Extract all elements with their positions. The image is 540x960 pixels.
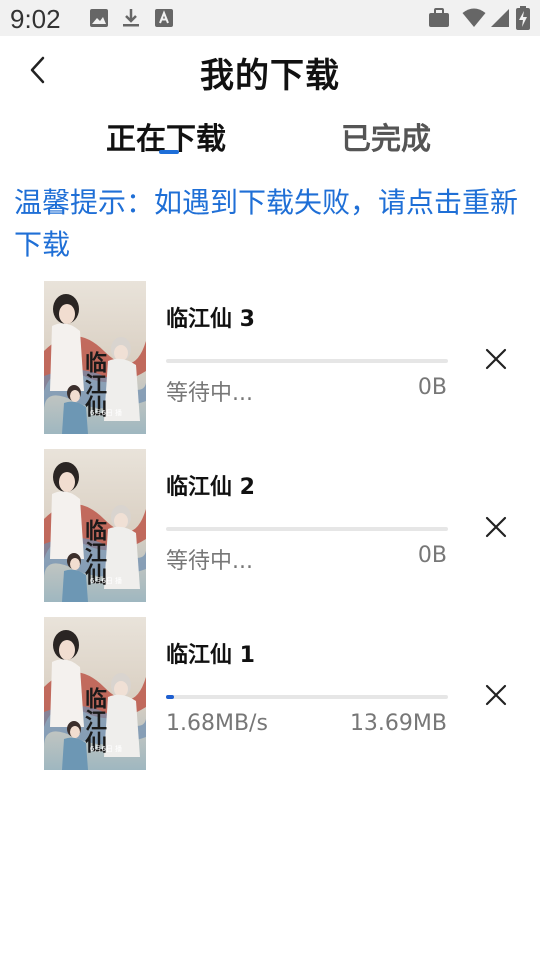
poster-date-text: 6月6日 播 (90, 744, 122, 753)
download-item[interactable]: 临江仙 6月6日 播 临江仙 2 等待中... 0B (0, 449, 540, 602)
download-title: 临江仙 1 (166, 643, 255, 668)
close-icon (485, 516, 507, 538)
status-time: 9:02 (10, 4, 61, 34)
image-icon (90, 9, 108, 27)
battery-charging-icon (516, 6, 530, 30)
app-header: 我的下载 (0, 36, 540, 106)
close-icon (485, 684, 507, 706)
poster-thumbnail[interactable]: 临江仙 6月6日 播 (44, 449, 146, 602)
poster-title-text: 临江仙 (81, 686, 107, 753)
download-tip: 温馨提示：如遇到下载失败，请点击重新下载 (14, 186, 519, 261)
download-title: 临江仙 3 (166, 307, 255, 332)
progress-fill (166, 695, 175, 699)
status-bar: 9:02 (0, 0, 540, 36)
active-tab-indicator (159, 150, 179, 154)
download-status: 等待中... (166, 549, 253, 574)
font-a-icon (155, 9, 173, 27)
download-title: 临江仙 2 (166, 475, 255, 500)
poster-title-text: 临江仙 (81, 350, 107, 417)
download-arrow-icon (123, 9, 139, 27)
page-title: 我的下载 (200, 56, 340, 96)
poster-date-text: 6月6日 播 (90, 576, 122, 585)
signal-icon (491, 9, 509, 27)
progress-bar (166, 359, 448, 363)
download-item[interactable]: 临江仙 6月6日 播 临江仙 3 等待中... 0B (0, 281, 540, 434)
progress-bar (166, 695, 448, 699)
download-status: 等待中... (166, 381, 253, 406)
download-item[interactable]: 临江仙 6月6日 播 临江仙 1 1.68MB/s 13.69MB (0, 617, 540, 770)
close-icon (485, 348, 507, 370)
cancel-download-button[interactable] (480, 679, 512, 711)
progress-bar (166, 527, 448, 531)
download-size: 13.69MB (349, 711, 447, 736)
cancel-download-button[interactable] (480, 511, 512, 543)
poster-date-text: 6月6日 播 (90, 408, 122, 417)
download-status: 1.68MB/s (166, 711, 268, 736)
cancel-download-button[interactable] (480, 343, 512, 375)
briefcase-icon (429, 8, 449, 27)
poster-thumbnail[interactable]: 临江仙 6月6日 播 (44, 617, 146, 770)
download-tabs: 正在下载 已完成 (0, 110, 540, 170)
poster-title-text: 临江仙 (81, 518, 107, 585)
tab-completed[interactable]: 已完成 (341, 114, 431, 158)
wifi-icon (462, 8, 486, 27)
download-size: 0B (417, 375, 447, 400)
poster-thumbnail[interactable]: 临江仙 6月6日 播 (44, 281, 146, 434)
download-size: 0B (417, 543, 447, 568)
